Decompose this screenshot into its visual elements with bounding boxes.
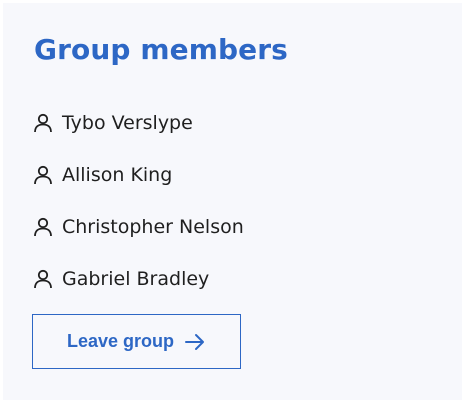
members-list: Tybo Verslype Allison King Christopher N… — [32, 97, 244, 305]
group-members-title: Group members — [34, 33, 288, 66]
member-name: Christopher Nelson — [62, 216, 244, 238]
leave-group-button[interactable]: Leave group — [32, 314, 241, 369]
group-members-card: Group members Tybo Verslype Allison King… — [3, 3, 462, 400]
member-name: Allison King — [62, 164, 173, 186]
user-icon — [32, 164, 54, 186]
member-item: Tybo Verslype — [32, 97, 244, 149]
user-icon — [32, 112, 54, 134]
member-item: Gabriel Bradley — [32, 253, 244, 305]
member-name: Tybo Verslype — [62, 112, 193, 134]
user-icon — [32, 216, 54, 238]
user-icon — [32, 268, 54, 290]
member-name: Gabriel Bradley — [62, 268, 210, 290]
arrow-right-icon — [184, 333, 206, 351]
member-item: Allison King — [32, 149, 244, 201]
member-item: Christopher Nelson — [32, 201, 244, 253]
leave-group-label: Leave group — [66, 331, 175, 351]
